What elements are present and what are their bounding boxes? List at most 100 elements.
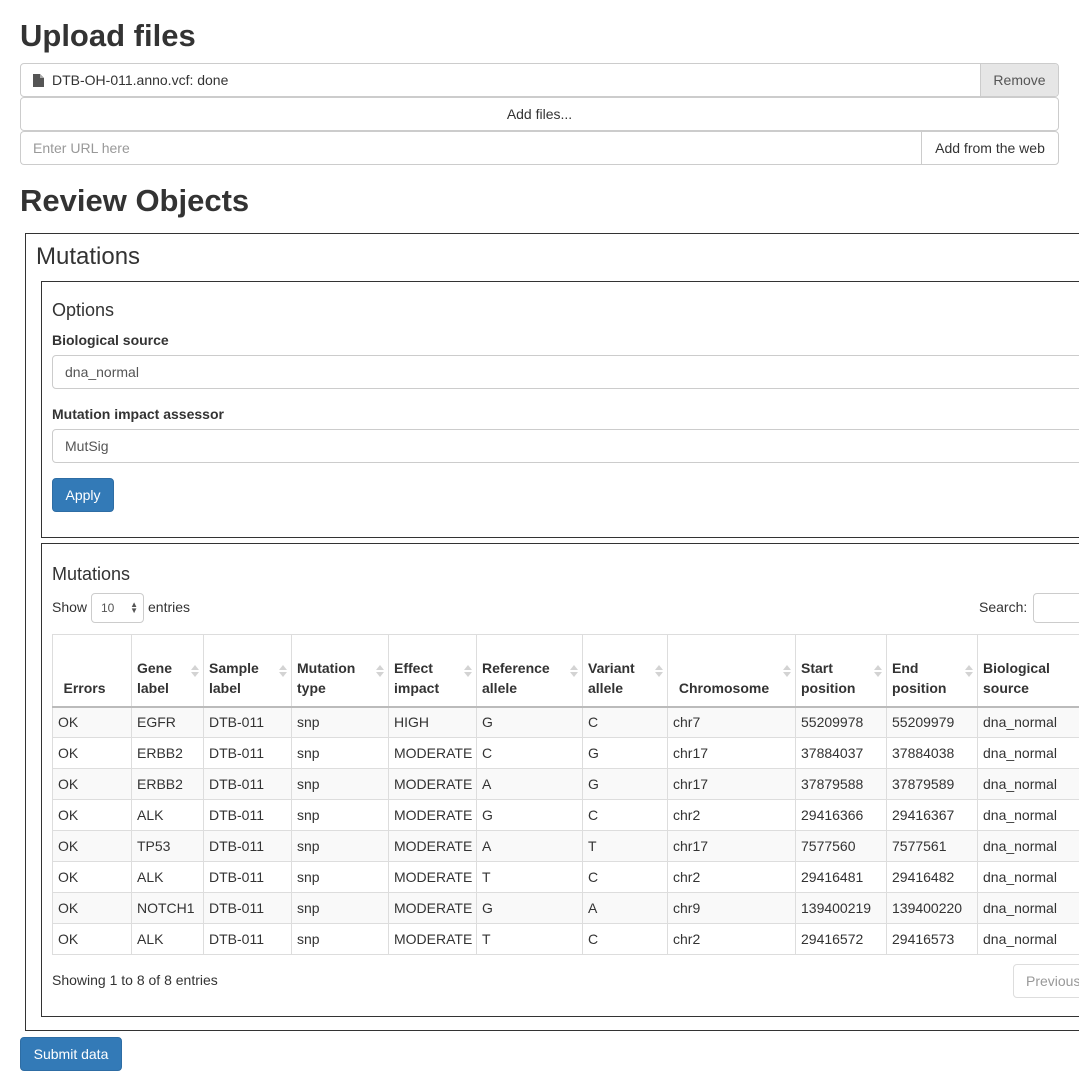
column-header[interactable]: Start position (795, 634, 887, 708)
table-cell: T (476, 861, 583, 893)
column-header[interactable]: Mutation type (291, 634, 389, 708)
column-header-label: Mutation (297, 659, 356, 676)
table-cell: MODERATE (388, 768, 477, 800)
table-cell: A (476, 830, 583, 862)
column-header-label: Start (801, 659, 833, 676)
table-row: OK ERBB2 DTB-011 snp MODERATE A Gchr17 37879588… (52, 768, 1079, 800)
table-cell: snp (291, 861, 389, 893)
table-row: OK EGFR DTB-011 snp HIGH G Cchr7 55209978 552099… (52, 706, 1079, 738)
column-header[interactable]: Biological source (977, 634, 1079, 708)
table-cell: dna_normal (977, 737, 1079, 769)
file-name-text: DTB-OH-011.anno.vcf: done (52, 72, 229, 88)
search-input[interactable] (1033, 593, 1079, 623)
sort-icon[interactable] (464, 664, 472, 678)
table-cell: OK (52, 768, 132, 800)
table-cell: HIGH (388, 706, 477, 738)
entries-label: entries (148, 599, 191, 615)
column-header[interactable]: Effect impact (388, 634, 477, 708)
table-cell: chr17 (667, 768, 796, 800)
column-header-label: position (892, 679, 947, 696)
table-cell: 29416482 (886, 861, 978, 893)
sort-icon[interactable] (783, 664, 791, 678)
table-cell: ALK (131, 923, 204, 955)
table-row: OK ERBB2 DTB-011 snp MODERATE C Gchr17 37884037… (52, 737, 1079, 769)
table-cell: 29416481 (795, 861, 887, 893)
table-cell: 29416367 (886, 799, 978, 831)
biological-source-label: Biological source (52, 332, 169, 348)
upload-title: Upload files (20, 18, 196, 53)
table-cell: ALK (131, 861, 204, 893)
sort-icon[interactable] (874, 664, 882, 678)
table-cell: MODERATE (388, 737, 477, 769)
biological-source-select[interactable]: dna_normal (52, 355, 1079, 389)
table-cell: TP53 (131, 830, 204, 862)
previous-page-button[interactable]: Previous (1013, 964, 1079, 998)
table-cell: snp (291, 923, 389, 955)
sort-icon[interactable] (279, 664, 287, 678)
select-caret-icon: ▲ ▼ (130, 600, 138, 615)
column-header[interactable]: Errors (52, 634, 132, 708)
url-row: Add from the web (20, 131, 1059, 165)
table-cell: DTB-011 (203, 923, 292, 955)
column-header-label: allele (588, 679, 624, 696)
sort-icon[interactable] (570, 664, 578, 678)
column-header[interactable]: End position (886, 634, 978, 708)
sort-icon[interactable] (191, 664, 199, 678)
table-cell: G (476, 892, 583, 924)
table-cell: chr17 (667, 737, 796, 769)
table-cell: snp (291, 706, 389, 738)
column-header-label: label (209, 679, 241, 696)
uploaded-file-name: DTB-OH-011.anno.vcf: done (21, 64, 980, 96)
url-input[interactable] (20, 131, 921, 165)
column-header[interactable]: Variant allele (582, 634, 668, 708)
column-header-label: Sample (209, 659, 259, 676)
table-cell: chr9 (667, 892, 796, 924)
remove-file-button[interactable]: Remove (980, 64, 1058, 96)
table-row: OK ALK DTB-011 snp MODERATE T Cchr2 29416572 294… (52, 923, 1079, 955)
table-cell: G (476, 799, 583, 831)
column-header[interactable]: Gene label (131, 634, 204, 708)
table-cell: OK (52, 706, 132, 738)
mutations-table: Errors Gene label Sample label Mutation type Ef… (52, 634, 1079, 955)
column-header-label: label (137, 679, 169, 696)
apply-button[interactable]: Apply (52, 478, 114, 512)
table-cell: ERBB2 (131, 768, 204, 800)
column-header[interactable]: Reference allele (476, 634, 583, 708)
page-size-select[interactable]: 10 ▲ ▼ (91, 593, 144, 623)
column-header-label: Chromosome (678, 679, 770, 696)
table-cell: T (476, 923, 583, 955)
submit-data-button[interactable]: Submit data (20, 1037, 122, 1071)
table-cell: dna_normal (977, 923, 1079, 955)
table-cell: DTB-011 (203, 861, 292, 893)
table-cell: chr7 (667, 706, 796, 738)
sort-icon[interactable] (376, 664, 384, 678)
table-row: OK ALK DTB-011 snp MODERATE G Cchr2 29416366 294… (52, 799, 1079, 831)
table-cell: snp (291, 799, 389, 831)
table-cell: chr17 (667, 830, 796, 862)
table-cell: chr2 (667, 799, 796, 831)
table-cell: dna_normal (977, 892, 1079, 924)
add-from-web-button[interactable]: Add from the web (921, 131, 1059, 165)
add-files-button[interactable]: Add files... (20, 97, 1059, 131)
table-cell: G (582, 768, 668, 800)
table-cell: dna_normal (977, 830, 1079, 862)
table-cell: snp (291, 768, 389, 800)
table-cell: chr2 (667, 923, 796, 955)
show-label: Show (52, 599, 88, 615)
table-body: OK EGFR DTB-011 snp HIGH G Cchr7 55209978 552099… (52, 706, 1079, 955)
column-header[interactable]: Sample label (203, 634, 292, 708)
page-size-value: 10 (101, 601, 115, 615)
table-cell: 37879588 (795, 768, 887, 800)
review-title: Review Objects (20, 183, 250, 218)
table-cell: ALK (131, 799, 204, 831)
sort-icon[interactable] (965, 664, 973, 678)
column-header[interactable]: Chromosome (667, 634, 796, 708)
mutations-table-title: Mutations (52, 564, 131, 584)
table-cell: OK (52, 830, 132, 862)
impact-assessor-select[interactable]: MutSig (52, 429, 1079, 463)
table-cell: snp (291, 830, 389, 862)
table-cell: 37884037 (795, 737, 887, 769)
table-cell: G (476, 706, 583, 738)
sort-icon[interactable] (655, 664, 663, 678)
table-cell: OK (52, 737, 132, 769)
